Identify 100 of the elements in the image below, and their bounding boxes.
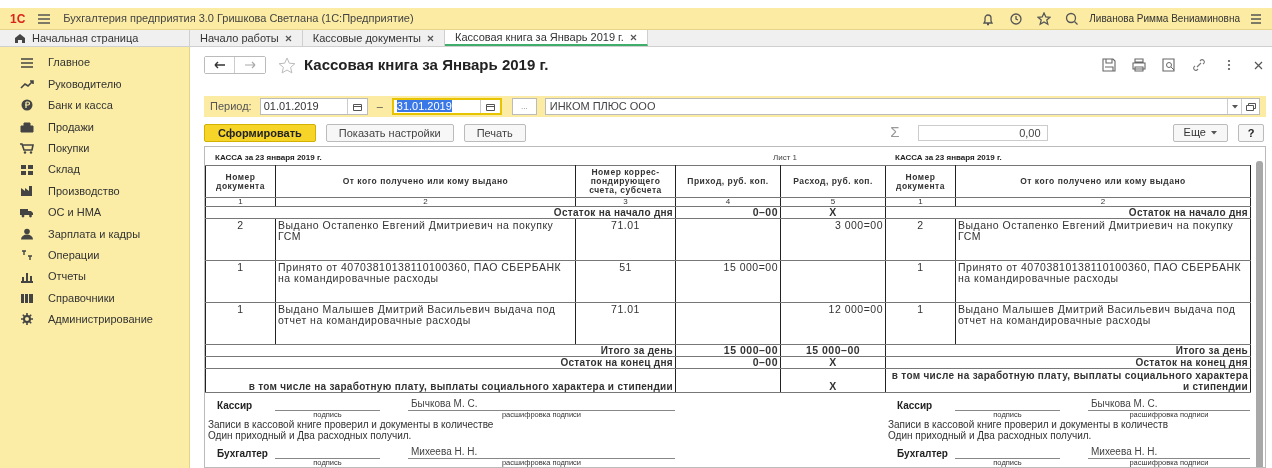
coin-icon: [20, 99, 34, 112]
column-number: 3: [575, 197, 676, 207]
user-name[interactable]: Ливанова Римма Вениаминовна: [1089, 11, 1240, 26]
navigation-button-group[interactable]: [204, 56, 266, 74]
table-cell: X: [780, 356, 886, 369]
column-number: 2: [955, 197, 1251, 207]
table-cell: Выдано Малышев Дмитрий Васильевич выдача под отчет на командировачные расходы: [275, 302, 576, 345]
summary-label: Остаток на начало дня: [885, 206, 1251, 219]
help-button[interactable]: ?: [1238, 123, 1264, 142]
signer-name: Бычкова М. С.: [1088, 398, 1250, 411]
save-icon[interactable]: [1102, 58, 1116, 72]
calendar-icon[interactable]: [485, 102, 495, 111]
close-icon[interactable]: [427, 34, 434, 42]
print-icon[interactable]: [1132, 58, 1146, 72]
table-cell: 15 000–00: [780, 344, 886, 357]
sidebar-item[interactable]: Банк и касса: [0, 94, 189, 117]
right-arrow-icon: [244, 61, 256, 69]
sidebar-item[interactable]: Руководителю: [0, 73, 189, 95]
column-number: 2: [275, 197, 576, 207]
signer-role: Кассир: [896, 400, 934, 411]
table-cell: 71.01: [575, 302, 676, 345]
form-title: Кассовая книга за Январь 2019 г.: [304, 54, 550, 75]
cart-icon: [20, 142, 34, 155]
table-cell: Выдано Малышев Дмитрий Васильевич выдача под отчет на командировачные расходы: [955, 302, 1251, 345]
sidebar-item[interactable]: Справочники: [0, 287, 189, 309]
sidebar-item[interactable]: Отчеты: [0, 265, 189, 288]
gear-icon: [20, 313, 34, 326]
note-text: Один приходный и Два расходных получил.: [888, 430, 1093, 441]
tab[interactable]: Начальная страница: [0, 30, 190, 46]
summary-label: Итого за день: [205, 344, 676, 357]
column-header: Приход, руб. коп.: [675, 165, 781, 198]
preview-icon[interactable]: [1162, 58, 1176, 72]
column-header: Номер документа: [885, 165, 956, 198]
table-cell: 15 000–00: [675, 344, 781, 357]
close-icon[interactable]: [629, 33, 637, 41]
factory-icon: [20, 185, 34, 198]
sheet-label: Лист 1: [772, 152, 797, 164]
organization-field[interactable]: ИНКОМ ПЛЮС ООО: [544, 98, 1260, 115]
table-cell: 15 000=00: [675, 260, 781, 303]
home-icon: [14, 33, 26, 43]
history-icon[interactable]: [1009, 11, 1024, 26]
action-button[interactable]: Сформировать: [204, 123, 316, 142]
bag-icon: [20, 120, 34, 133]
star-icon[interactable]: [278, 56, 296, 74]
signer-name: Михеева Н. Н.: [408, 446, 675, 459]
table-cell: 71.01: [575, 218, 676, 261]
scrollbar[interactable]: [1256, 161, 1263, 467]
report-heading: КАССА за 23 января 2019 г.: [895, 152, 1002, 164]
date-field[interactable]: 31.01.2019: [391, 98, 502, 115]
column-number: 4: [675, 197, 781, 207]
note-text: Записи в кассовой книге проверил и документы в количеств: [888, 419, 1169, 430]
sidebar-item[interactable]: Администрирование: [0, 308, 189, 331]
trend-icon: [20, 78, 34, 91]
search-icon[interactable]: [1065, 11, 1080, 26]
sidebar-item[interactable]: Операции: [0, 244, 189, 266]
signer-name: Бычкова М. С.: [408, 398, 675, 411]
bell-icon[interactable]: [981, 11, 996, 26]
table-cell: 1: [205, 302, 276, 345]
column-header: От кого получено или кому выдано: [955, 165, 1251, 198]
link-icon[interactable]: [1192, 58, 1206, 72]
sidebar-item[interactable]: Склад: [0, 158, 189, 181]
calendar-icon[interactable]: [352, 102, 362, 111]
shelves-icon: [20, 163, 34, 176]
sidebar-item[interactable]: Покупки: [0, 137, 189, 159]
sidebar-item[interactable]: Продажи: [0, 116, 189, 138]
table-cell: Выдано Остапенко Евгений Дмитриевич на покупку ГСМ: [955, 218, 1251, 261]
sum-field[interactable]: 0,00: [917, 124, 1048, 141]
table-cell: 1: [885, 260, 956, 303]
summary-label: Итого за день: [885, 344, 1251, 357]
table-cell: 1: [205, 260, 276, 303]
action-button[interactable]: Показать настройки: [325, 123, 454, 142]
action-button[interactable]: Печать: [463, 123, 526, 142]
date-separator: –: [376, 99, 383, 115]
back-button[interactable]: [205, 57, 235, 73]
dropdown-icon[interactable]: [1231, 104, 1238, 109]
table-cell: 51: [575, 260, 676, 303]
table-cell: 1: [885, 302, 956, 345]
sidebar-item[interactable]: Зарплата и кадры: [0, 223, 189, 245]
column-number: 5: [780, 197, 886, 207]
caret-icon: [1211, 130, 1217, 135]
sidebar-item[interactable]: ОС и НМА: [0, 201, 189, 224]
note-text: Один приходный и Два расходных получил.: [208, 430, 413, 441]
tab[interactable]: Кассовая книга за Январь 2019 г.: [445, 30, 648, 46]
date-field[interactable]: 01.01.2019: [259, 98, 368, 115]
report-heading: КАССА за 23 января 2019 г.: [215, 152, 322, 164]
books-icon: [20, 292, 34, 304]
tab[interactable]: Начало работы: [190, 30, 303, 46]
sidebar-item[interactable]: Главное: [0, 52, 189, 74]
table-cell: 0–00: [675, 356, 781, 369]
menu-icon[interactable]: [1250, 13, 1262, 24]
star-icon[interactable]: [1037, 11, 1052, 26]
table-cell: 12 000=00: [780, 302, 886, 345]
sidebar-item[interactable]: Производство: [0, 180, 189, 202]
more-button[interactable]: Еще: [1172, 123, 1228, 142]
close-icon[interactable]: [284, 34, 292, 42]
select-period-button[interactable]: ...: [511, 98, 537, 115]
column-header: Расход, руб. коп.: [780, 165, 886, 198]
table-cell: 2: [205, 218, 276, 261]
open-window-icon[interactable]: [1245, 102, 1256, 111]
menu-icon[interactable]: [37, 13, 52, 24]
